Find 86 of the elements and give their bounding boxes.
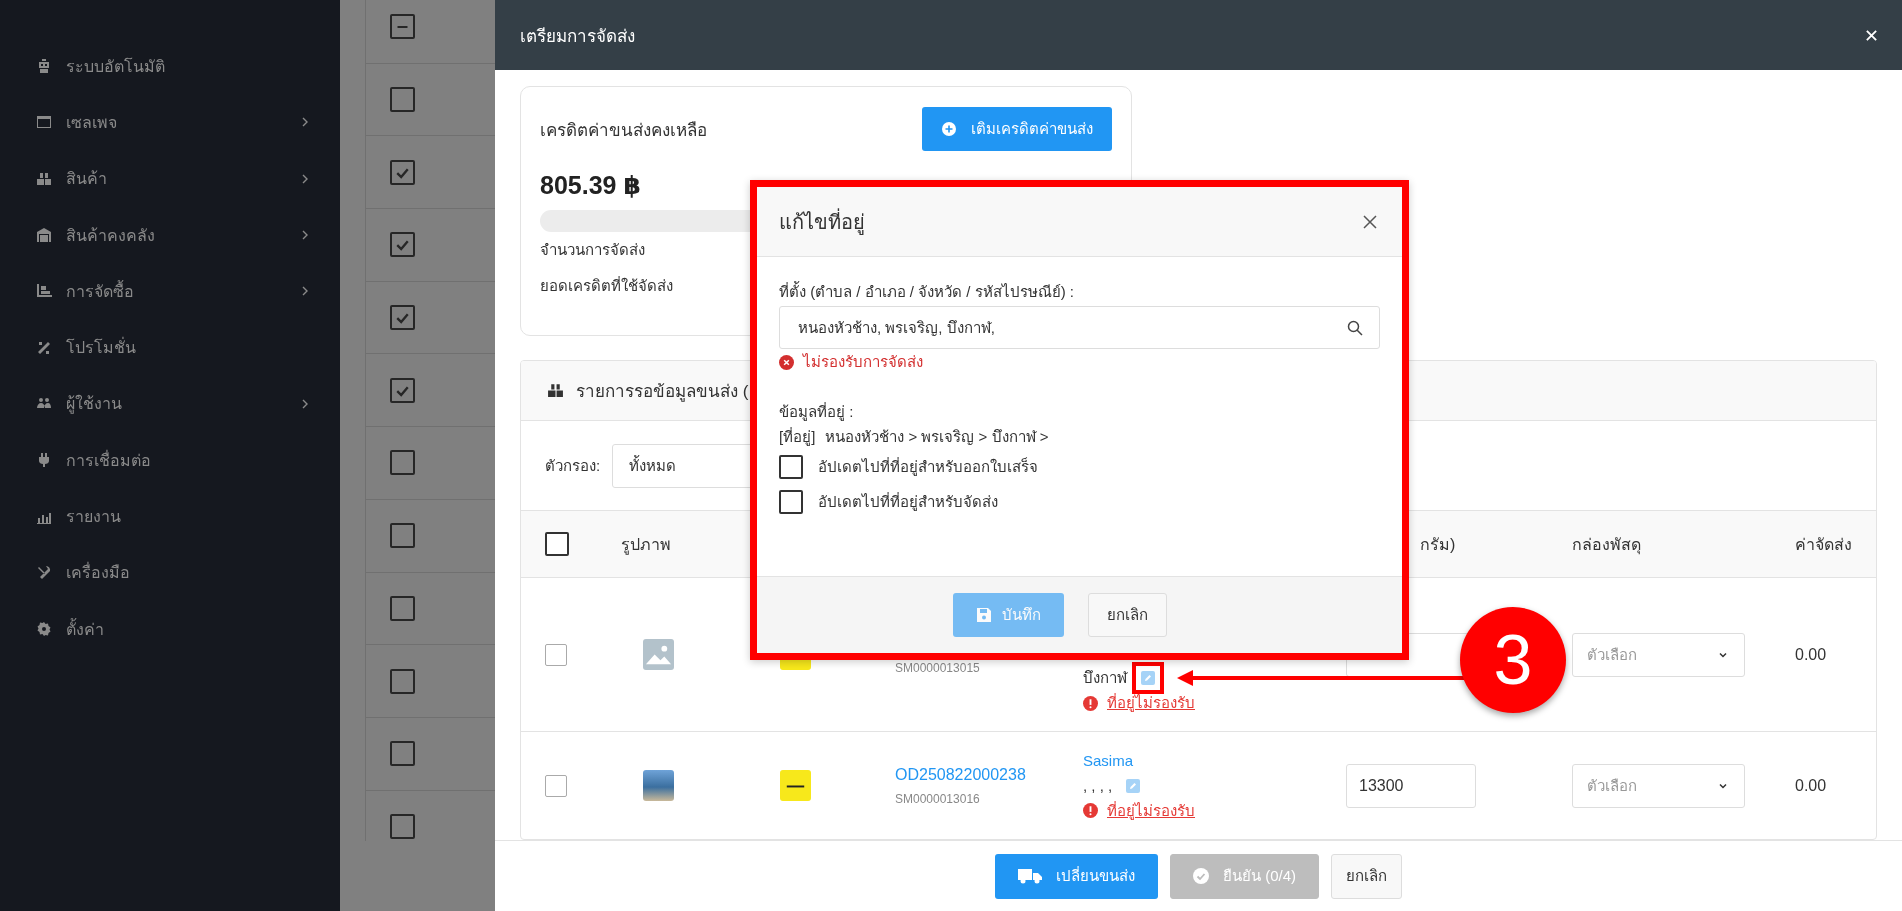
sidebar-item[interactable]: สินค้าคงคลัง xyxy=(0,206,340,264)
minus-icon xyxy=(397,25,408,28)
warning-icon xyxy=(1083,803,1098,818)
credit-balance: 805.39 ฿ xyxy=(540,171,642,200)
column-header: กรัม) xyxy=(1420,534,1456,555)
unsupported-address-link[interactable]: ที่อยู่ไม่รองรับ xyxy=(1107,690,1195,716)
option-checkbox[interactable] xyxy=(779,489,803,514)
dialog-title: แก้ไขที่อยู่ xyxy=(779,207,865,237)
row-checkbox[interactable] xyxy=(545,774,567,797)
settings-icon xyxy=(36,621,52,638)
search-icon xyxy=(1347,319,1363,336)
option-label: อัปเดตไปที่ที่อยู่สำหรับจัดส่ง xyxy=(818,491,998,513)
customer-link[interactable]: Sasima xyxy=(1083,747,1134,774)
parcel-box-select[interactable]: ตัวเลือก xyxy=(1572,763,1745,808)
cancel-button[interactable]: ยกเลิก xyxy=(1087,593,1167,637)
address-text: , , , , xyxy=(1083,775,1113,796)
error-message: ไม่รองรับการจัดส่ง xyxy=(803,352,923,372)
weight-input[interactable]: 13300 xyxy=(1346,763,1476,808)
window-icon xyxy=(36,114,52,131)
select-all-checkbox[interactable] xyxy=(545,532,569,556)
credit-title: เครดิตค่าขนส่งคงเหลือ xyxy=(540,119,707,142)
sidebar-item[interactable]: ตั้งค่า xyxy=(0,600,340,658)
drawer-title: เตรียมการจัดส่ง xyxy=(520,25,635,48)
order-link[interactable]: OD250822000238 xyxy=(895,761,1026,788)
checkbox[interactable] xyxy=(390,813,415,839)
column-header: ค่าจัดส่ง xyxy=(1795,534,1852,555)
sidebar-item[interactable]: การเชื่อมต่อ xyxy=(0,432,340,489)
filter-label: ตัวกรอง: xyxy=(545,455,601,476)
sidebar-item[interactable]: โปรโมชั่น xyxy=(0,319,340,376)
checkbox[interactable] xyxy=(390,232,415,258)
address-text: บึงกาฬ xyxy=(1083,668,1127,688)
step-number-badge: 3 xyxy=(1460,607,1566,713)
sidebar-item[interactable]: ผู้ใช้งาน xyxy=(0,375,340,433)
location-input[interactable]: หนองหัวช้าง, พรเจริญ, บึงกาฬ, xyxy=(779,306,1380,349)
column-header: รูปภาพ xyxy=(621,534,671,557)
checkbox[interactable] xyxy=(390,377,415,403)
credit-stat-label: จำนวนการจัดส่ง xyxy=(540,240,645,260)
shipment-number: SM0000013016 xyxy=(895,790,980,808)
sidebar-item[interactable]: ระบบอัตโนมัติ xyxy=(0,38,340,95)
close-icon[interactable] xyxy=(1363,214,1377,229)
column-header: กล่องพัสดุ xyxy=(1572,534,1641,557)
option-checkbox[interactable] xyxy=(779,454,803,479)
carrier-logo-icon xyxy=(780,770,811,801)
error-icon xyxy=(779,354,794,370)
checkbox[interactable] xyxy=(390,159,415,185)
image-placeholder-icon xyxy=(643,639,674,670)
checkbox[interactable] xyxy=(390,741,415,767)
top-up-button[interactable]: เติมเครดิตค่าขนส่ง xyxy=(922,107,1112,151)
checkbox[interactable] xyxy=(390,595,415,621)
robot-icon xyxy=(36,58,52,75)
row-checkbox[interactable] xyxy=(545,643,567,666)
shipping-fee: 0.00 xyxy=(1795,776,1827,795)
change-carrier-button[interactable]: เปลี่ยนขนส่ง xyxy=(995,853,1158,899)
panel-title: รายการรอข้อมูลขนส่ง ( xyxy=(576,381,749,404)
address-info-label: ข้อมูลที่อยู่ : xyxy=(779,401,855,423)
sidebar-item[interactable]: สินค้า xyxy=(0,150,340,207)
boxes-icon xyxy=(36,170,52,187)
parcel-box-select[interactable]: ตัวเลือก xyxy=(1572,632,1745,677)
photo-placeholder xyxy=(643,770,674,801)
percent-icon xyxy=(36,339,52,356)
select-all-checkbox[interactable] xyxy=(390,14,415,40)
sidebar-item[interactable]: เซลเพจ xyxy=(0,94,340,151)
location-label: ที่ตั้ง (ตำบล / อำเภอ / จังหวัด / รหัสไปรษณีย์) : xyxy=(779,280,1075,302)
dolly-icon xyxy=(36,283,52,300)
shipment-number: SM0000013015 xyxy=(895,659,980,677)
truck-icon xyxy=(1018,868,1042,884)
check-circle-icon xyxy=(1193,868,1209,884)
checkbox[interactable] xyxy=(390,523,415,549)
unsupported-address-link[interactable]: ที่อยู่ไม่รองรับ xyxy=(1107,797,1195,824)
warehouse-icon xyxy=(36,227,52,244)
checkbox[interactable] xyxy=(390,305,415,331)
checkbox[interactable] xyxy=(390,450,415,476)
plug-icon xyxy=(36,452,52,469)
sidebar-item[interactable]: การจัดซื้อ xyxy=(0,263,340,320)
tools-icon xyxy=(36,564,52,581)
sidebar-item[interactable]: รายงาน xyxy=(0,488,340,545)
plus-circle-icon xyxy=(941,121,957,137)
annotation-highlight-box xyxy=(1132,662,1164,694)
checkbox[interactable] xyxy=(390,668,415,694)
shipping-fee: 0.00 xyxy=(1795,645,1827,664)
checkbox[interactable] xyxy=(390,87,415,113)
sidebar-item[interactable]: เครื่องมือ xyxy=(0,544,340,601)
boxes-icon xyxy=(547,382,564,399)
credit-stat-label: ยอดเครดิตที่ใช้จัดส่ง xyxy=(540,275,673,296)
warning-icon xyxy=(1083,695,1098,711)
cancel-button[interactable]: ยกเลิก xyxy=(1331,853,1402,899)
